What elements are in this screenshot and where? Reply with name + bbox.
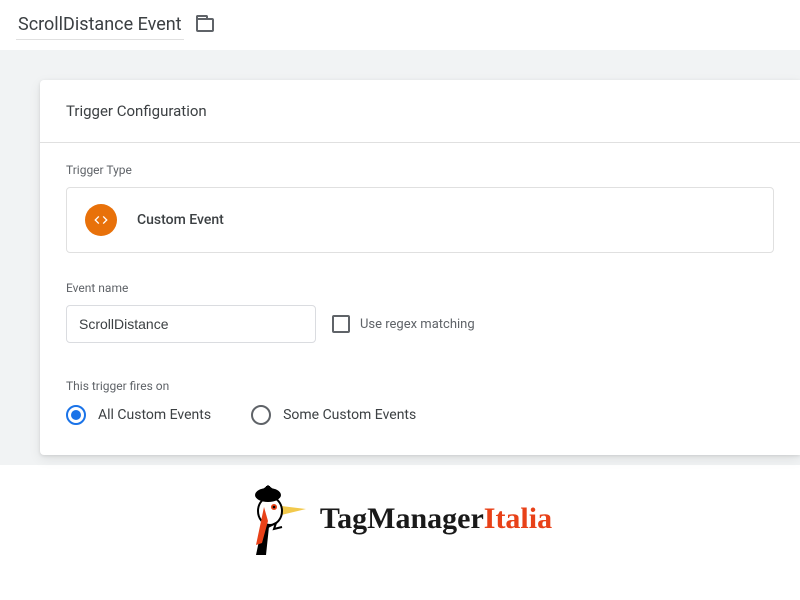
trigger-type-value: Custom Event — [137, 212, 224, 228]
fires-on-label: This trigger fires on — [66, 379, 774, 393]
regex-checkbox-wrap[interactable]: Use regex matching — [332, 315, 475, 333]
trigger-type-label: Trigger Type — [66, 163, 774, 177]
trigger-type-selector[interactable]: Custom Event — [66, 187, 774, 253]
brand-footer: TagManagerItalia — [0, 465, 800, 573]
section-title: Trigger Configuration — [66, 102, 774, 120]
page-title[interactable]: ScrollDistance Event — [16, 10, 184, 40]
regex-label: Use regex matching — [360, 317, 475, 332]
custom-event-icon — [85, 204, 117, 236]
radio-icon[interactable] — [251, 405, 271, 425]
radio-all-label: All Custom Events — [98, 407, 211, 423]
woodpecker-logo-icon — [248, 483, 310, 555]
brand-text: TagManagerItalia — [320, 502, 552, 536]
radio-some-label: Some Custom Events — [283, 407, 416, 423]
checkbox-icon[interactable] — [332, 315, 350, 333]
radio-all-events[interactable]: All Custom Events — [66, 405, 211, 425]
radio-icon[interactable] — [66, 405, 86, 425]
event-name-label: Event name — [66, 281, 774, 295]
trigger-config-card: Trigger Configuration Trigger Type Custo… — [40, 80, 800, 455]
event-name-input[interactable] — [66, 305, 316, 343]
folder-icon[interactable] — [196, 18, 214, 32]
radio-some-events[interactable]: Some Custom Events — [251, 405, 416, 425]
divider — [40, 142, 800, 143]
